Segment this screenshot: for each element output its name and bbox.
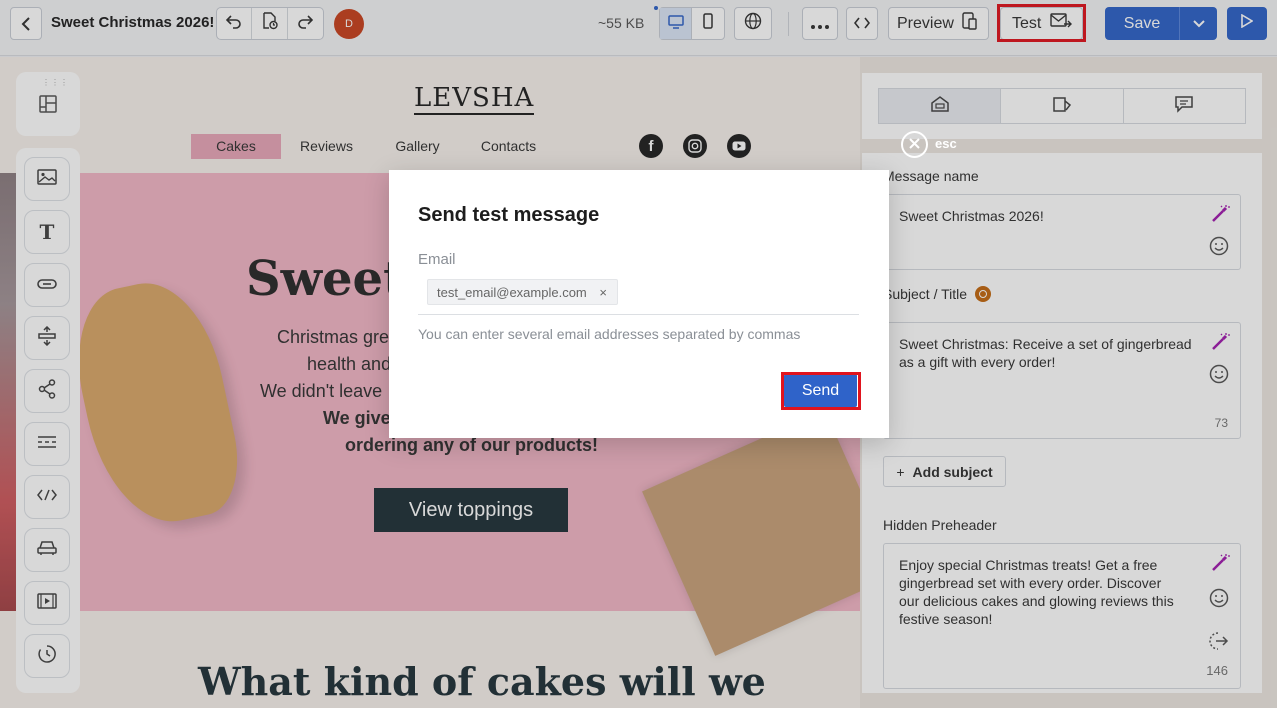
dialog-title: Send test message bbox=[418, 204, 600, 226]
send-button-highlight bbox=[781, 372, 861, 410]
close-icon bbox=[909, 136, 920, 154]
email-input-underline bbox=[418, 314, 859, 315]
email-field-label: Email bbox=[418, 251, 456, 268]
remove-chip-icon[interactable]: × bbox=[599, 285, 607, 300]
email-hint: You can enter several email addresses se… bbox=[418, 326, 801, 342]
close-modal-button[interactable] bbox=[901, 131, 928, 158]
esc-hint: esc bbox=[935, 136, 957, 151]
email-chip-text: test_email@example.com bbox=[437, 284, 587, 300]
email-chip: test_email@example.com × bbox=[427, 279, 618, 305]
send-test-dialog: Send test message Email test_email@examp… bbox=[389, 170, 889, 438]
email-recipients-input[interactable] bbox=[629, 276, 858, 308]
